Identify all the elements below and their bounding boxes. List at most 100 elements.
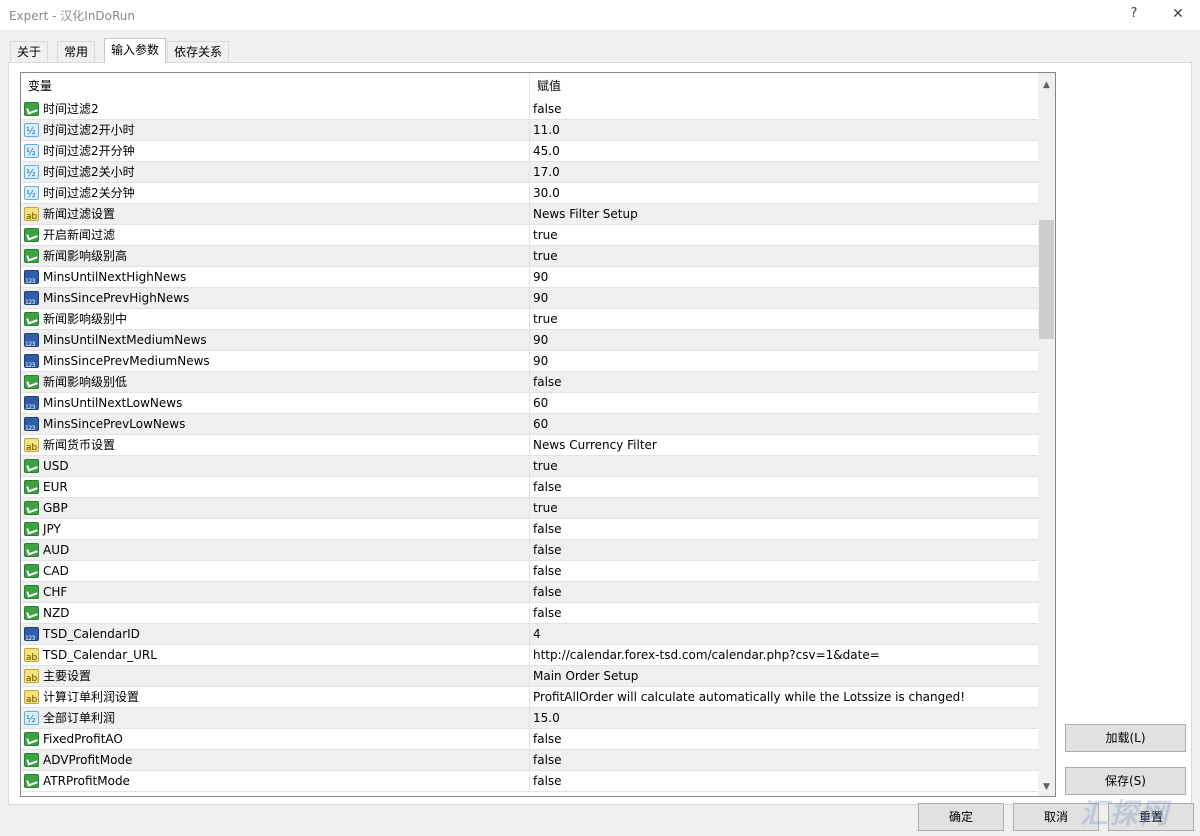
value-cell[interactable]: true [529,498,1038,518]
variable-name-cell: 时间过滤2关小时 [21,162,529,182]
value-cell[interactable]: 90 [529,288,1038,308]
table-row[interactable]: 时间过滤2开分钟 45.0 [21,141,1038,162]
value-cell[interactable]: 15.0 [529,708,1038,728]
tab-about[interactable]: 关于 [10,41,49,62]
watermark-logo: 汇探网 [1080,797,1171,830]
value-cell[interactable]: 17.0 [529,162,1038,182]
value-cell[interactable]: 90 [529,351,1038,371]
value-cell[interactable]: false [529,582,1038,602]
help-button[interactable]: ? [1119,3,1149,25]
value-cell[interactable]: false [529,729,1038,749]
table-row[interactable]: FixedProfitAO false [21,729,1038,750]
table-row[interactable]: CAD false [21,561,1038,582]
value-cell[interactable]: Main Order Setup [529,666,1038,686]
scroll-thumb[interactable] [1039,220,1054,339]
variable-name: GBP [43,501,68,515]
variable-name-cell: 时间过滤2 [21,99,529,119]
value-cell[interactable]: false [529,771,1038,791]
table-row[interactable]: 新闻影响级别高 true [21,246,1038,267]
variable-name-cell: USD [21,456,529,476]
scroll-up-arrow-icon[interactable]: ▲ [1038,77,1055,94]
variable-name-cell: TSD_CalendarID [21,624,529,644]
table-row[interactable]: TSD_CalendarID 4 [21,624,1038,645]
boolean-type-icon [24,564,39,578]
table-row[interactable]: USD true [21,456,1038,477]
tab-common[interactable]: 常用 [57,41,96,62]
table-row[interactable]: 新闻货币设置 News Currency Filter [21,435,1038,456]
value-cell[interactable]: true [529,246,1038,266]
table-row[interactable]: ATRProfitMode false [21,771,1038,792]
column-header-variable[interactable]: 变量 [21,73,529,99]
table-row[interactable]: JPY false [21,519,1038,540]
value-cell[interactable]: 30.0 [529,183,1038,203]
variable-name-cell: JPY [21,519,529,539]
table-row[interactable]: 时间过滤2关小时 17.0 [21,162,1038,183]
table-row[interactable]: ADVProfitMode false [21,750,1038,771]
close-button[interactable]: ✕ [1163,3,1193,25]
table-row[interactable]: MinsSincePrevMediumNews 90 [21,351,1038,372]
value-cell[interactable]: false [529,99,1038,119]
integer-type-icon [24,291,39,308]
load-button[interactable]: 加载(L) [1065,724,1186,752]
scroll-down-arrow-icon[interactable]: ▼ [1038,779,1055,796]
tab-dependencies[interactable]: 依存关系 [167,41,230,62]
value-cell[interactable]: false [529,603,1038,623]
value-cell[interactable]: false [529,561,1038,581]
variable-name-cell: 新闻影响级别低 [21,372,529,392]
table-row[interactable]: 时间过滤2关分钟 30.0 [21,183,1038,204]
table-row[interactable]: CHF false [21,582,1038,603]
table-row[interactable]: MinsUntilNextHighNews 90 [21,267,1038,288]
boolean-type-icon [24,732,39,746]
table-row[interactable]: 开启新闻过滤 true [21,225,1038,246]
table-row[interactable]: MinsUntilNextMediumNews 90 [21,330,1038,351]
value-cell[interactable]: ProfitAllOrder will calculate automatica… [529,687,1038,707]
table-row[interactable]: 新闻影响级别低 false [21,372,1038,393]
variable-name-cell: CHF [21,582,529,602]
vertical-scrollbar[interactable]: ▲ ▼ [1038,73,1055,796]
value-cell[interactable]: false [529,540,1038,560]
value-cell[interactable]: 90 [529,267,1038,287]
variable-name: 时间过滤2关小时 [43,165,135,179]
save-button[interactable]: 保存(S) [1065,767,1186,795]
table-row[interactable]: 新闻过滤设置 News Filter Setup [21,204,1038,225]
parameter-list[interactable]: 变量 赋值 时间过滤2 false 时间过滤2开小时 11.0 时间过滤2开分钟 45.0… [20,72,1056,797]
variable-name: JPY [43,522,61,536]
boolean-type-icon [24,480,39,494]
value-cell[interactable]: News Currency Filter [529,435,1038,455]
value-cell[interactable]: 11.0 [529,120,1038,140]
value-cell[interactable]: 45.0 [529,141,1038,161]
value-cell[interactable]: true [529,456,1038,476]
value-cell[interactable]: 4 [529,624,1038,644]
table-row[interactable]: TSD_Calendar_URL http://calendar.forex-ts… [21,645,1038,666]
variable-name: MinsUntilNextMediumNews [43,333,207,347]
ok-button[interactable]: 确定 [918,803,1004,831]
column-header-value[interactable]: 赋值 [529,73,1038,99]
variable-name-cell: ATRProfitMode [21,771,529,791]
value-cell[interactable]: false [529,519,1038,539]
tab-inputs[interactable]: 输入参数 [104,38,167,63]
value-cell[interactable]: false [529,477,1038,497]
value-cell[interactable]: 60 [529,414,1038,434]
table-row[interactable]: 主要设置 Main Order Setup [21,666,1038,687]
table-row[interactable]: 新闻影响级别中 true [21,309,1038,330]
table-row[interactable]: 计算订单利润设置 ProfitAllOrder will calculate a… [21,687,1038,708]
table-row[interactable]: 时间过滤2开小时 11.0 [21,120,1038,141]
value-cell[interactable]: http://calendar.forex-tsd.com/calendar.p… [529,645,1038,665]
value-cell[interactable]: false [529,750,1038,770]
table-row[interactable]: 全部订单利润 15.0 [21,708,1038,729]
table-row[interactable]: MinsUntilNextLowNews 60 [21,393,1038,414]
value-cell[interactable]: true [529,225,1038,245]
value-cell[interactable]: true [529,309,1038,329]
value-cell[interactable]: false [529,372,1038,392]
table-row[interactable]: AUD false [21,540,1038,561]
table-row[interactable]: 时间过滤2 false [21,99,1038,120]
table-row[interactable]: GBP true [21,498,1038,519]
table-row[interactable]: MinsSincePrevHighNews 90 [21,288,1038,309]
table-row[interactable]: NZD false [21,603,1038,624]
variable-name: 新闻影响级别高 [43,249,128,263]
value-cell[interactable]: 90 [529,330,1038,350]
table-row[interactable]: EUR false [21,477,1038,498]
value-cell[interactable]: News Filter Setup [529,204,1038,224]
table-row[interactable]: MinsSincePrevLowNews 60 [21,414,1038,435]
value-cell[interactable]: 60 [529,393,1038,413]
